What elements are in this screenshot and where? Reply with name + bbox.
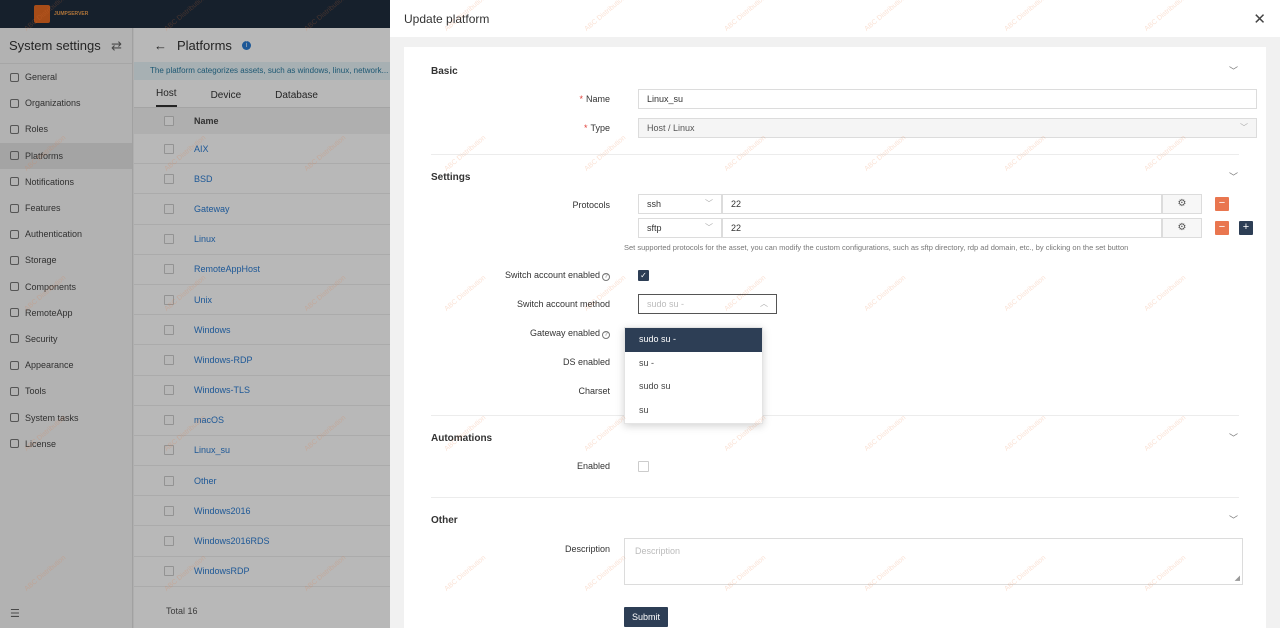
description-label: Description: [564, 544, 610, 554]
protocol-select-ssh[interactable]: ssh ﹀: [638, 194, 722, 214]
update-platform-drawer: Update platform ✕ Basic ﹀ * Name Linux_su…: [390, 0, 1280, 628]
drawer-title: Update platform: [404, 11, 490, 26]
section-settings: Settings: [431, 172, 471, 183]
section-automations: Automations: [431, 433, 493, 444]
submit-button[interactable]: Submit: [624, 607, 668, 627]
section-other: Other: [431, 515, 458, 526]
dropdown-option[interactable]: su: [625, 399, 762, 423]
type-select: Host / Linux ﹀: [638, 118, 1257, 138]
protocols-help-text: Set supported protocols for the asset, y…: [624, 243, 1129, 252]
divider: [431, 415, 1239, 416]
resize-handle-icon[interactable]: ◢: [1235, 574, 1240, 582]
dropdown-option[interactable]: su -: [625, 352, 762, 376]
switch-enabled-label: Switch account enabled?: [420, 270, 610, 281]
chevron-down-icon[interactable]: ﹀: [1229, 64, 1238, 77]
gateway-enabled-label: Gateway enabled?: [420, 328, 610, 339]
automations-enabled-label: Enabled: [576, 461, 610, 471]
automations-enabled-checkbox[interactable]: [638, 461, 649, 472]
drawer-header: Update platform ✕: [390, 0, 1280, 37]
chevron-down-icon[interactable]: ﹀: [1229, 170, 1238, 183]
question-icon: ?: [602, 331, 610, 339]
question-icon: ?: [602, 273, 610, 281]
divider: [431, 154, 1239, 155]
protocol-port-sftp[interactable]: 22: [722, 218, 1162, 238]
description-textarea[interactable]: Description ◢: [624, 538, 1243, 585]
ds-enabled-label: DS enabled: [562, 357, 610, 367]
dropdown-option[interactable]: sudo su: [625, 375, 762, 399]
gear-icon[interactable]: ⚙: [1162, 218, 1202, 238]
chevron-down-icon: ﹀: [705, 223, 713, 232]
chevron-down-icon: ﹀: [705, 199, 713, 208]
name-label: * Name: [579, 94, 610, 104]
switch-enabled-checkbox[interactable]: ✓: [638, 270, 649, 281]
switch-method-dropdown: sudo su - su - sudo su su: [624, 327, 763, 424]
remove-protocol-button[interactable]: −: [1215, 197, 1229, 211]
chevron-up-icon: ︿: [760, 299, 768, 308]
add-protocol-button[interactable]: +: [1239, 221, 1253, 235]
gear-icon[interactable]: ⚙: [1162, 194, 1202, 214]
switch-method-select[interactable]: sudo su - ︿: [638, 294, 777, 314]
protocol-port-ssh[interactable]: 22: [722, 194, 1162, 214]
remove-protocol-button[interactable]: −: [1215, 221, 1229, 235]
protocols-label: Protocols: [572, 200, 610, 210]
name-input[interactable]: Linux_su: [638, 89, 1257, 109]
protocol-select-sftp[interactable]: sftp ﹀: [638, 218, 722, 238]
close-icon[interactable]: ✕: [1253, 10, 1266, 28]
modal-overlay[interactable]: [0, 0, 390, 628]
chevron-down-icon: ﹀: [1240, 123, 1248, 132]
dropdown-option[interactable]: sudo su -: [625, 328, 762, 352]
divider: [431, 497, 1239, 498]
charset-label: Charset: [578, 386, 610, 396]
chevron-down-icon[interactable]: ﹀: [1229, 513, 1238, 526]
chevron-down-icon[interactable]: ﹀: [1229, 431, 1238, 444]
switch-method-label: Switch account method: [516, 299, 610, 309]
section-basic: Basic: [431, 66, 458, 77]
type-label: * Type: [583, 123, 610, 133]
